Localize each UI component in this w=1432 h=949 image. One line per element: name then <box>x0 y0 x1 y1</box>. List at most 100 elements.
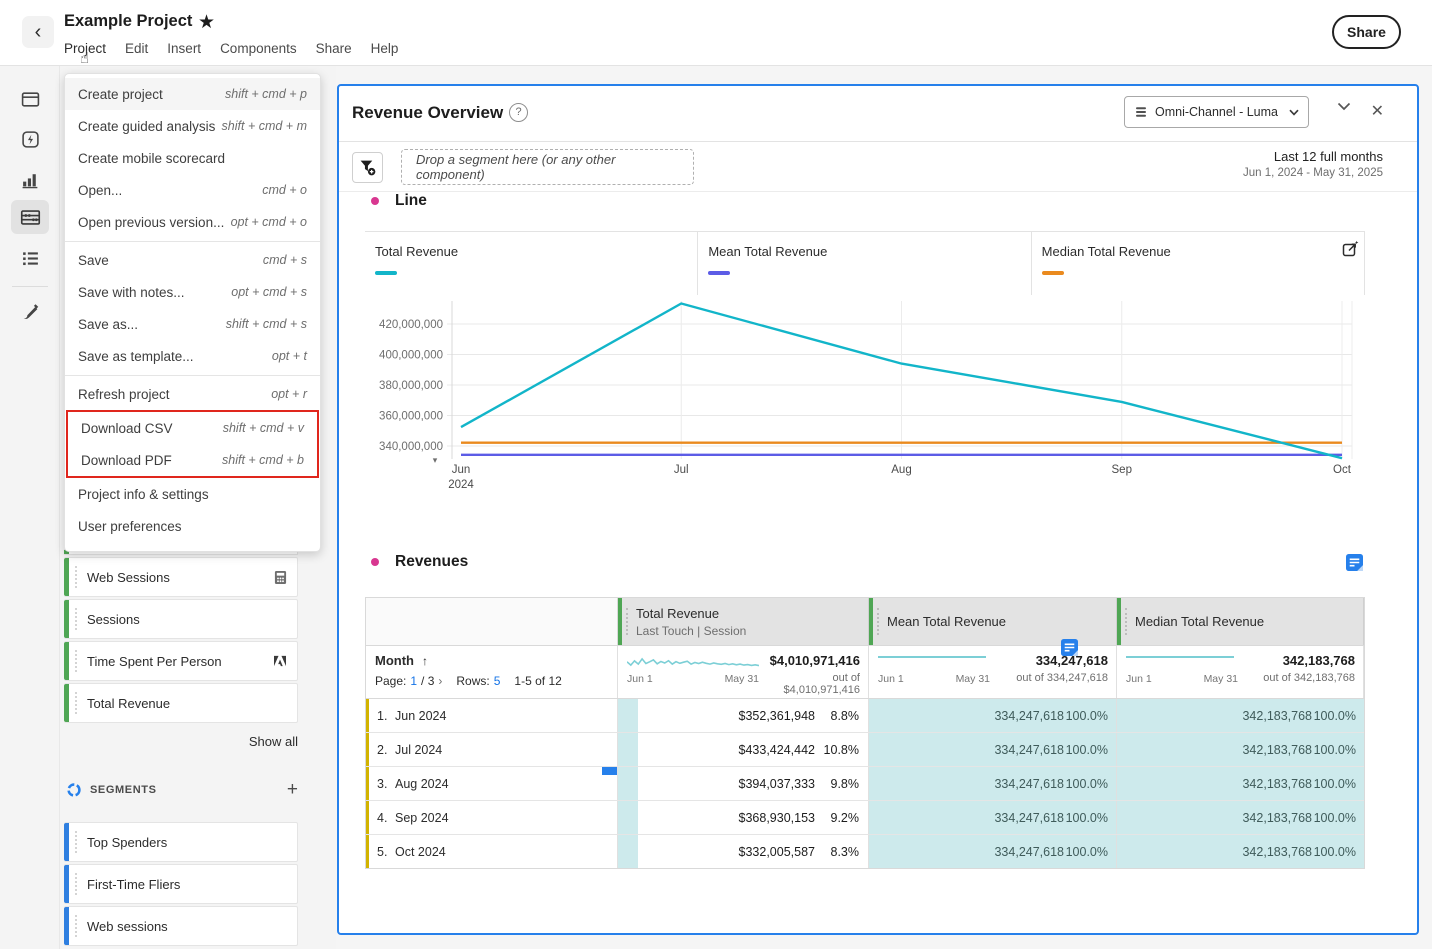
legend-mean-total-revenue[interactable]: Mean Total Revenue <box>698 232 1031 295</box>
metric-item-web-sessions[interactable]: Web Sessions <box>64 557 298 597</box>
panel-collapse-icon[interactable] <box>1337 102 1351 111</box>
help-icon[interactable]: ? <box>509 103 528 122</box>
dataset-stack-icon <box>1134 105 1148 119</box>
row-range: 1-5 of 12 <box>514 674 561 688</box>
project-menu-popup: Create projectshift + cmd + p Create gui… <box>64 73 321 552</box>
segment-item-top-spenders[interactable]: Top Spenders <box>64 822 298 862</box>
menu-components[interactable]: Components <box>220 41 297 56</box>
menu-item-create-mobile-scorecard[interactable]: Create mobile scorecard <box>65 142 320 174</box>
menu-item-open-previous-version[interactable]: Open previous version...opt + cmd + o <box>65 206 320 238</box>
drag-handle[interactable] <box>75 608 79 630</box>
menu-edit[interactable]: Edit <box>125 41 148 56</box>
date-range-selector[interactable]: Last 12 full months Jun 1, 2024 - May 31… <box>1243 149 1383 179</box>
menu-help[interactable]: Help <box>371 41 399 56</box>
svg-text:400,000,000: 400,000,000 <box>379 350 443 362</box>
metric-color-bar <box>64 558 69 596</box>
project-title: Example Project <box>64 12 192 31</box>
table-subheader-row: Month↑ Page: 1 / 3 › Rows: 5 1-5 of 12 <box>366 645 1364 699</box>
segment-item-web-sessions[interactable]: Web sessions <box>64 906 298 946</box>
favorite-star-icon[interactable]: ★ <box>198 11 215 34</box>
menu-item-project-info-settings[interactable]: Project info & settings <box>65 478 320 510</box>
menu-item-refresh-project[interactable]: Refresh projectopt + r <box>65 378 320 410</box>
metric-color-bar <box>64 600 69 638</box>
metric-color-bar <box>64 684 69 722</box>
share-button[interactable]: Share <box>1332 15 1401 49</box>
metric-item-sessions[interactable]: Sessions <box>64 599 298 639</box>
drag-handle[interactable] <box>75 566 79 588</box>
panels-icon[interactable] <box>19 88 41 110</box>
menu-item-save-as-template[interactable]: Save as template...opt + t <box>65 340 320 372</box>
drag-handle[interactable] <box>75 650 79 672</box>
revenues-viz-title-row: Revenues <box>371 553 1367 571</box>
menu-item-create-guided-analysis[interactable]: Create guided analysisshift + cmd + m <box>65 110 320 142</box>
menu-item-save[interactable]: Savecmd + s <box>65 244 320 276</box>
column-header-mean-total-revenue[interactable]: Mean Total Revenue <box>869 598 1117 645</box>
menu-item-create-project[interactable]: Create projectshift + cmd + p <box>65 78 320 110</box>
chart-note-icon[interactable] <box>1061 639 1078 656</box>
table-of-contents-icon[interactable] <box>19 247 41 269</box>
column-header-total-revenue[interactable]: Total RevenueLast Touch | Session <box>618 598 869 645</box>
metric-item-total-revenue[interactable]: Total Revenue <box>64 683 298 723</box>
table-row: 4.Sep 2024 $368,930,1539.2% 334,247,6181… <box>366 801 1364 835</box>
drag-handle[interactable] <box>626 608 630 635</box>
drag-handle[interactable] <box>75 873 79 895</box>
menu-item-open[interactable]: Open...cmd + o <box>65 174 320 206</box>
quick-insert-icon[interactable] <box>19 128 41 150</box>
drag-handle[interactable] <box>1125 608 1129 635</box>
annotation-marker[interactable] <box>602 767 617 775</box>
segment-color-bar <box>64 865 69 903</box>
legend-total-revenue[interactable]: Total Revenue <box>365 232 698 295</box>
panel-content: Line Total Revenue Mean Total Revenue Me… <box>365 192 1367 869</box>
menu-item-user-preferences[interactable]: User preferences <box>65 510 320 542</box>
drag-handle[interactable] <box>75 915 79 937</box>
menu-share[interactable]: Share <box>316 41 352 56</box>
left-icon-rail <box>0 66 60 949</box>
svg-text:Jul: Jul <box>674 464 689 476</box>
add-segment-icon[interactable]: + <box>287 782 298 798</box>
month-column-header[interactable] <box>366 598 618 645</box>
show-all-link[interactable]: Show all <box>60 734 298 749</box>
revenues-table: Total RevenueLast Touch | Session Mean T… <box>365 597 1365 869</box>
menu-item-download-pdf[interactable]: Download PDFshift + cmd + b <box>68 444 317 476</box>
pagination: Page: 1 / 3 › Rows: 5 1-5 of 12 <box>375 674 609 688</box>
analysis-workspace: ‹ Example Project ★ Project Edit Insert … <box>0 0 1432 949</box>
components-icon[interactable] <box>11 200 49 234</box>
page-number[interactable]: 1 <box>410 674 417 688</box>
menu-item-save-with-notes[interactable]: Save with notes...opt + cmd + s <box>65 276 320 308</box>
percent-bar <box>618 767 638 800</box>
panel-close-icon[interactable]: ✕ <box>1371 101 1384 121</box>
sort-asc-icon: ↑ <box>422 654 428 668</box>
line-chart[interactable]: 340,000,000360,000,000380,000,000400,000… <box>365 295 1365 495</box>
legend-median-total-revenue[interactable]: Median Total Revenue <box>1032 232 1365 295</box>
forecast-export-icon[interactable] <box>1342 240 1359 257</box>
table-note-icon[interactable] <box>1346 554 1363 571</box>
panel-filter-row: Drop a segment here (or any other compon… <box>339 143 1417 192</box>
svg-text:420,000,000: 420,000,000 <box>379 319 443 331</box>
hand-cursor-icon: ☝ <box>80 49 89 67</box>
table-row: 1.Jun 2024 $352,361,9488.8% 334,247,6181… <box>366 699 1364 733</box>
column-header-median-total-revenue[interactable]: Median Total Revenue <box>1117 598 1364 645</box>
drag-handle[interactable] <box>75 692 79 714</box>
drag-handle[interactable] <box>877 608 881 635</box>
menu-insert[interactable]: Insert <box>167 41 201 56</box>
back-button[interactable]: ‹ <box>22 16 54 48</box>
drag-handle[interactable] <box>75 831 79 853</box>
mean-sparkline: Jun 1May 31 <box>878 653 990 694</box>
menu-item-save-as[interactable]: Save as...shift + cmd + s <box>65 308 320 340</box>
legend-swatch <box>1042 271 1064 275</box>
svg-text:Oct: Oct <box>1333 464 1352 476</box>
metric-item-time-spent[interactable]: Time Spent Per Person <box>64 641 298 681</box>
month-sort[interactable]: Month↑ <box>375 653 428 668</box>
next-page-icon[interactable]: › <box>438 674 442 688</box>
dataset-selector[interactable]: Omni-Channel - Luma <box>1124 96 1309 128</box>
style-brush-icon[interactable] <box>19 300 41 322</box>
menu-item-download-csv[interactable]: Download CSVshift + cmd + v <box>68 412 317 444</box>
segment-filter-button[interactable] <box>352 152 383 183</box>
segment-drop-zone[interactable]: Drop a segment here (or any other compon… <box>401 149 694 185</box>
rows-per-page[interactable]: 5 <box>494 674 501 688</box>
viz-color-dot <box>371 197 379 205</box>
percent-bar <box>618 699 638 732</box>
visualizations-icon[interactable] <box>19 168 41 190</box>
svg-text:380,000,000: 380,000,000 <box>379 380 443 392</box>
segment-item-first-time-fliers[interactable]: First-Time Fliers <box>64 864 298 904</box>
